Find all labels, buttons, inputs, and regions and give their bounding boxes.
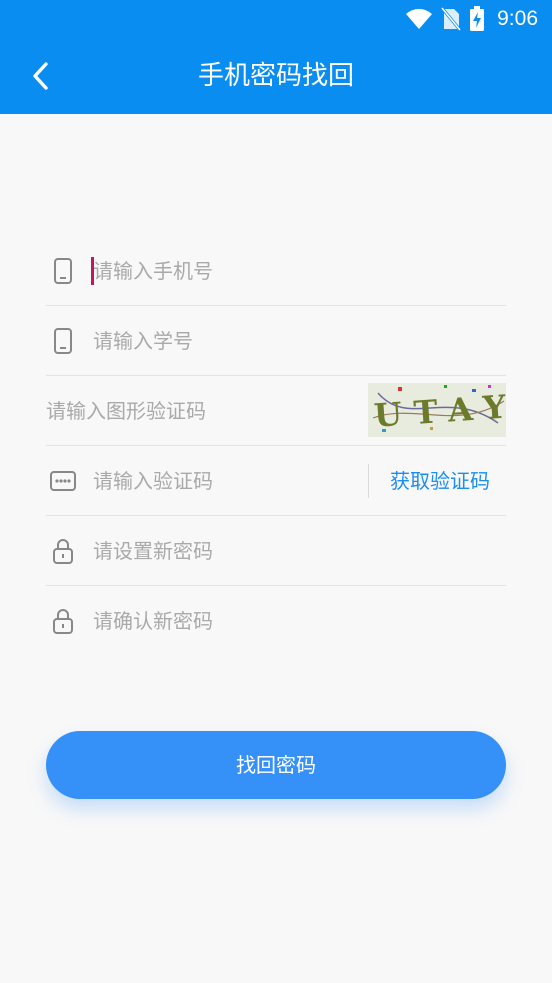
captcha-input[interactable] [46, 398, 306, 423]
get-code-button[interactable]: 获取验证码 [390, 446, 490, 516]
divider [368, 464, 369, 498]
status-icons: 9:06 [405, 6, 538, 32]
phone-input[interactable] [93, 258, 353, 283]
captcha-text: UTAY [373, 387, 506, 435]
phone-icon [48, 326, 78, 356]
new-password-row [46, 516, 506, 586]
captcha-row: UTAY [46, 376, 506, 446]
student-id-input[interactable] [93, 328, 353, 353]
sms-code-input[interactable] [93, 468, 293, 493]
text-cursor [91, 257, 94, 285]
lock-icon [48, 606, 78, 636]
sms-code-row: 获取验证码 [46, 446, 506, 516]
recover-password-button[interactable]: 找回密码 [46, 731, 506, 799]
confirm-password-input[interactable] [93, 609, 353, 633]
title-bar: 手机密码找回 [0, 38, 552, 114]
phone-row [46, 236, 506, 306]
page-title: 手机密码找回 [197, 61, 354, 91]
keyboard-icon [48, 466, 78, 496]
battery-charging-icon [470, 6, 485, 31]
confirm-password-row [46, 586, 506, 656]
password-recovery-form: UTAY 获取验证码 [46, 236, 506, 656]
captcha-image[interactable]: UTAY [368, 383, 506, 437]
new-password-input[interactable] [93, 538, 353, 563]
student-id-row [46, 306, 506, 376]
status-bar: 9:06 [0, 0, 552, 38]
lock-icon [48, 536, 78, 566]
no-sim-icon [441, 7, 462, 31]
clock: 9:06 [497, 7, 538, 30]
wifi-icon [406, 8, 433, 29]
phone-icon [48, 256, 78, 286]
